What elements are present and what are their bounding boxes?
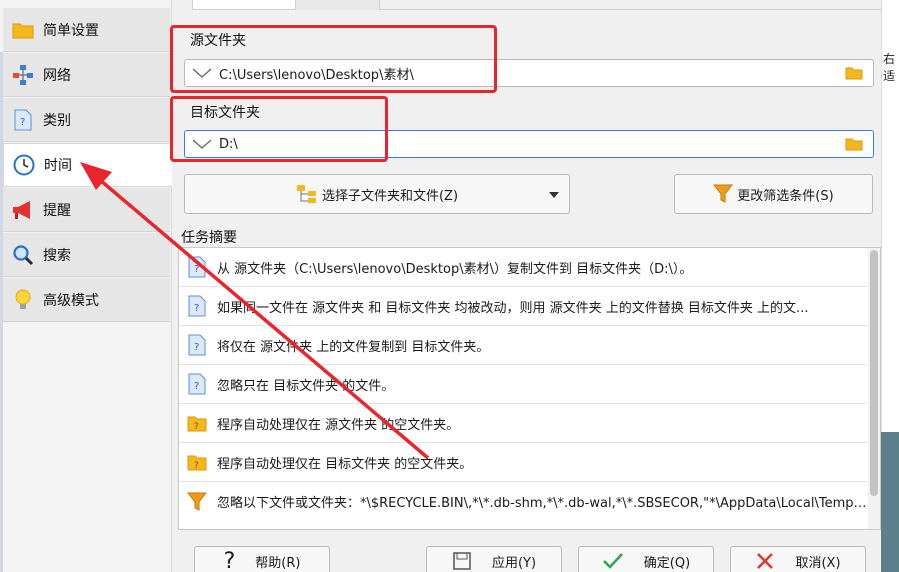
annotation-arrow <box>80 162 430 460</box>
apply-button[interactable]: 应用(Y) <box>426 546 562 572</box>
close-icon <box>757 553 774 569</box>
cancel-button[interactable]: 取消(X) <box>730 546 866 572</box>
apply-label: 应用(Y) <box>491 555 537 571</box>
ok-button[interactable]: 确定(Q) <box>578 546 714 572</box>
help-button[interactable]: ? 帮助(R) <box>194 546 330 572</box>
save-disk-icon <box>453 552 471 570</box>
checkmark-icon <box>602 553 623 569</box>
help-label: 帮助(R) <box>255 555 301 571</box>
help-question-icon: ? <box>223 548 236 572</box>
cancel-label: 取消(X) <box>795 555 841 571</box>
ok-label: 确定(Q) <box>643 555 691 571</box>
